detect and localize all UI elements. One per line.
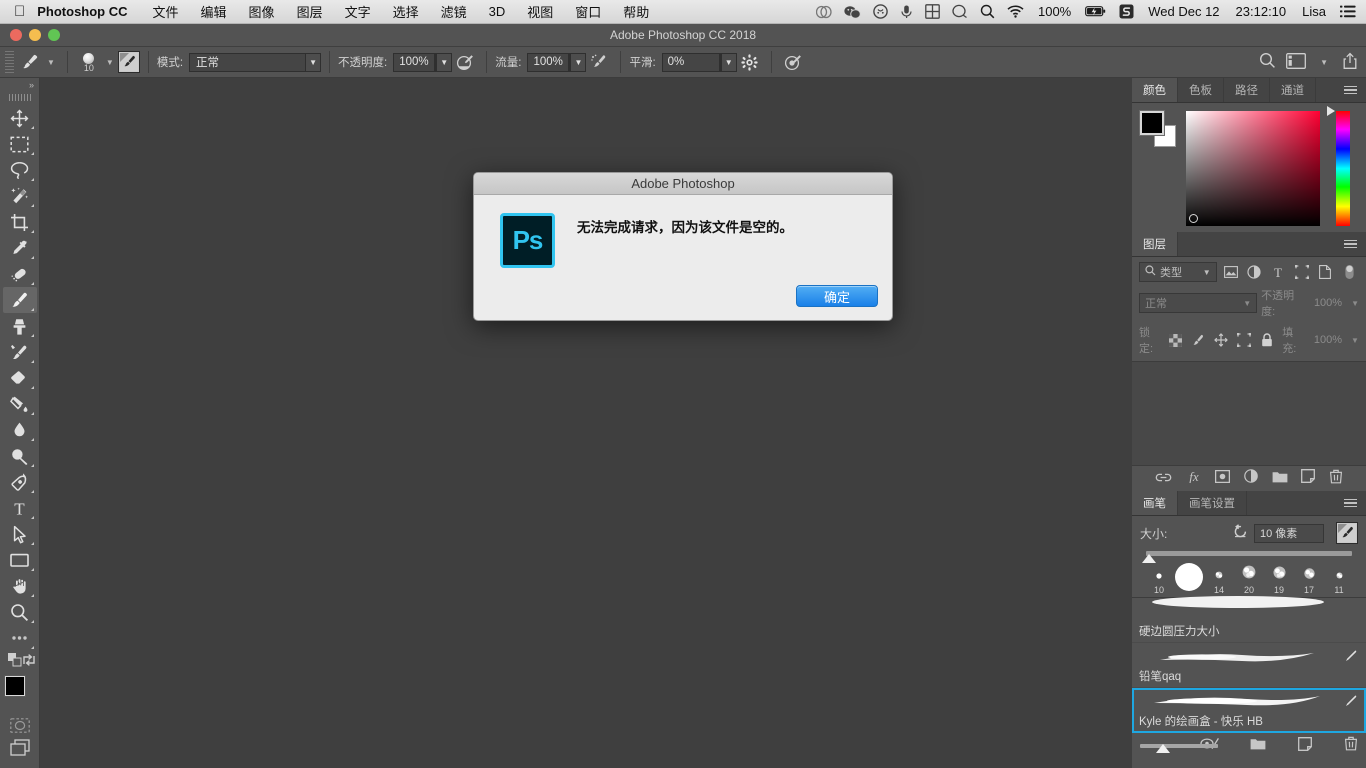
- dialog-title: Adobe Photoshop: [474, 173, 892, 195]
- photoshop-window:  Photoshop CC 文件 编辑 图像 图层 文字 选择 滤镜 3D 视…: [0, 0, 1366, 768]
- alert-dialog: Adobe Photoshop Ps 无法完成请求，因为该文件是空的。 确定: [473, 172, 893, 321]
- photoshop-logo-icon: Ps: [500, 213, 555, 268]
- dialog-message: 无法完成请求，因为该文件是空的。: [577, 220, 793, 235]
- dialog-body: Ps 无法完成请求，因为该文件是空的。: [474, 195, 892, 268]
- dialog-footer: 确定: [796, 285, 878, 307]
- ok-button[interactable]: 确定: [796, 285, 878, 307]
- modal-overlay: Adobe Photoshop Ps 无法完成请求，因为该文件是空的。 确定: [0, 0, 1366, 768]
